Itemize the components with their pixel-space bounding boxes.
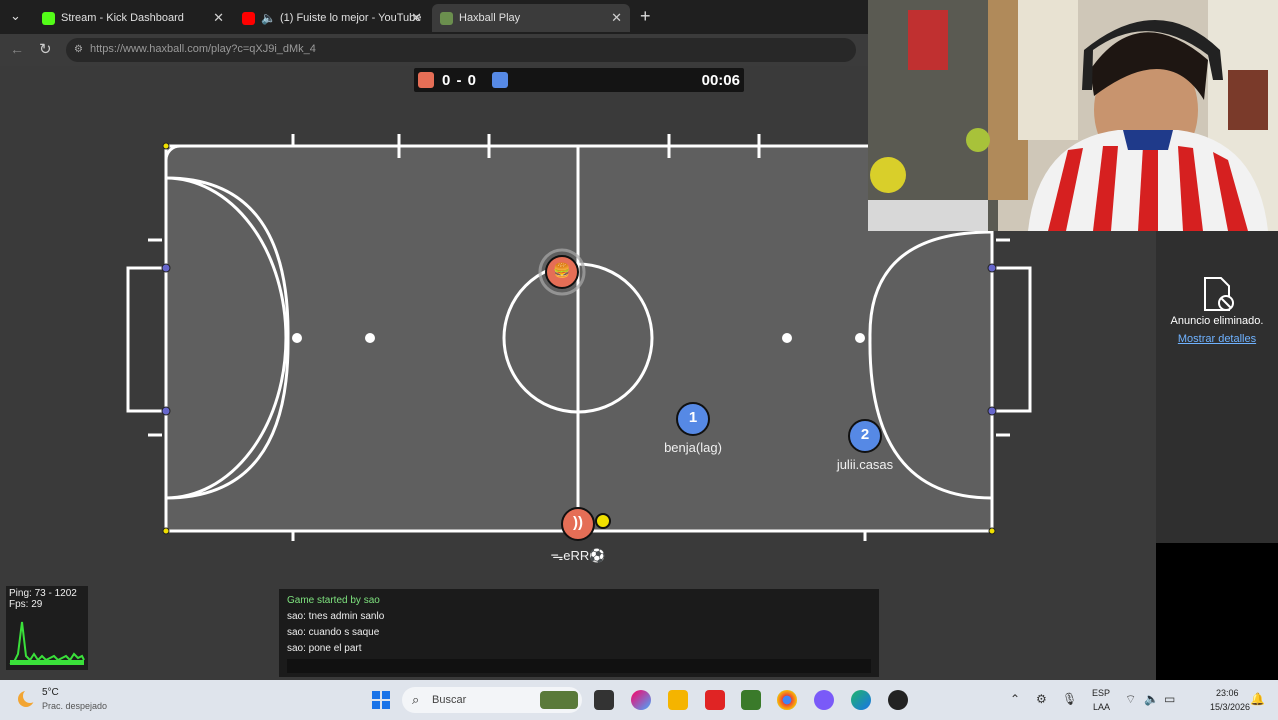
- screen: ⌄ Stream - Kick Dashboard ✕ 🔈 (1) Fuiste…: [0, 0, 1278, 720]
- windows-start-icon[interactable]: [371, 690, 391, 710]
- fps-graph: [9, 621, 85, 665]
- site-info-icon[interactable]: ⚙: [74, 44, 83, 55]
- input-language[interactable]: ESP: [1092, 688, 1110, 698]
- windows-taskbar: 5°C Prac. despejado ⌕ Buscar ⌃ ⚙ 🎙 ESP L…: [0, 680, 1278, 720]
- blue-team-marker: [492, 72, 508, 88]
- chat-message: sao: tnes admin sanlo: [287, 611, 385, 622]
- edge-icon[interactable]: [851, 690, 871, 710]
- tab-haxball[interactable]: Haxball Play ✕: [432, 4, 630, 32]
- network-stats: Ping: 73 - 1202 Fps: 29: [6, 586, 88, 670]
- match-timer: 00:06: [701, 72, 740, 89]
- close-icon[interactable]: ✕: [213, 10, 224, 26]
- scoreboard: 0 - 0 00:06: [414, 68, 744, 92]
- close-icon[interactable]: ✕: [611, 10, 622, 26]
- show-details-link[interactable]: Mostrar detalles: [1156, 333, 1278, 345]
- search-placeholder: Buscar: [432, 694, 467, 706]
- search-icon: ⌕: [412, 692, 420, 707]
- webcam-image: [868, 0, 1278, 231]
- task-view-icon[interactable]: [594, 690, 614, 710]
- chat-message: Game started by sao: [287, 595, 380, 606]
- tab-search-chevron-icon[interactable]: ⌄: [10, 8, 21, 24]
- notification-bell-icon[interactable]: 🔔: [1250, 692, 1265, 706]
- wifi-icon[interactable]: ⌔: [1125, 692, 1136, 707]
- battery-icon[interactable]: ▭: [1164, 692, 1175, 706]
- taskbar-search-box[interactable]: ⌕ Buscar: [402, 687, 582, 713]
- url-field[interactable]: https://www.haxball.com/play?c=qXJ9i_dMk…: [66, 38, 856, 62]
- back-arrow-icon[interactable]: ←: [10, 41, 24, 57]
- tab-title: (1) Fuiste lo mejor - YouTube: [279, 12, 422, 24]
- tray-chevron-icon[interactable]: ⌃: [1010, 692, 1020, 706]
- score: 0 - 0: [442, 72, 478, 89]
- reload-icon[interactable]: ↻: [39, 40, 52, 58]
- obs-icon[interactable]: [888, 690, 908, 710]
- ad-removed-text: Anuncio eliminado.: [1170, 315, 1264, 327]
- player-name: ᯓeRR⚽: [550, 548, 606, 563]
- tab-youtube[interactable]: 🔈 (1) Fuiste lo mejor - YouTube ✕: [234, 4, 430, 32]
- player-avatar: 🍔: [553, 262, 571, 278]
- black-area: [1156, 543, 1278, 680]
- ad-removed-icon: [1204, 277, 1234, 311]
- kick-icon: [42, 11, 55, 25]
- chat-input[interactable]: [287, 659, 871, 673]
- webcam-overlay: [868, 0, 1278, 231]
- player-avatar: 2: [860, 426, 870, 443]
- chrome-icon[interactable]: [777, 690, 797, 710]
- player-avatar: 1: [688, 409, 698, 426]
- tab-title: Haxball Play: [459, 12, 521, 24]
- ad-panel: Anuncio eliminado. Mostrar detalles: [1156, 231, 1278, 543]
- discord-icon[interactable]: [814, 690, 834, 710]
- ball: [595, 513, 611, 529]
- player-name: benja(lag): [664, 440, 722, 455]
- browser-tab-bar: ⌄ Stream - Kick Dashboard ✕ 🔈 (1) Fuiste…: [0, 0, 870, 34]
- youtube-icon: [242, 11, 255, 25]
- ping-readout: Ping: 73 - 1202: [9, 588, 77, 599]
- clock-time[interactable]: 23:06: [1216, 688, 1239, 698]
- weather-description: Prac. despejado: [42, 701, 108, 711]
- speaker-icon[interactable]: 🔈: [261, 11, 276, 25]
- player-avatar: )): [573, 514, 583, 531]
- copilot-icon[interactable]: [631, 690, 651, 710]
- search-highlight-icon: [540, 691, 578, 709]
- clock-date[interactable]: 15/3/2026: [1210, 702, 1250, 712]
- tab-kick-dashboard[interactable]: Stream - Kick Dashboard ✕: [34, 4, 232, 32]
- haxball-icon: [440, 11, 453, 25]
- weather-moon-icon[interactable]: [16, 689, 36, 709]
- input-layout[interactable]: LAA: [1093, 702, 1110, 712]
- close-icon[interactable]: ✕: [411, 10, 422, 26]
- address-toolbar: ← ↻ https://www.haxball.com/play?c=qXJ9i…: [0, 34, 870, 66]
- red-team-marker: [418, 72, 434, 88]
- player-name: julii.casas: [836, 457, 894, 472]
- office-icon[interactable]: [705, 690, 725, 710]
- new-tab-button[interactable]: +: [640, 6, 651, 27]
- chat-panel: Game started by sao sao: tnes admin sanl…: [279, 589, 879, 677]
- volume-icon[interactable]: 🔈: [1144, 692, 1159, 706]
- microphone-icon[interactable]: 🎙: [1062, 692, 1077, 706]
- weather-temperature: 5°C: [42, 687, 59, 698]
- tab-title: Stream - Kick Dashboard: [61, 12, 184, 24]
- file-explorer-icon[interactable]: [668, 690, 688, 710]
- tray-app-icon[interactable]: ⚙: [1036, 692, 1047, 706]
- fps-readout: Fps: 29: [9, 599, 43, 610]
- chat-message: sao: pone el part: [287, 643, 362, 654]
- chat-message: sao: cuando s saque: [287, 627, 380, 638]
- minecraft-icon[interactable]: [741, 690, 761, 710]
